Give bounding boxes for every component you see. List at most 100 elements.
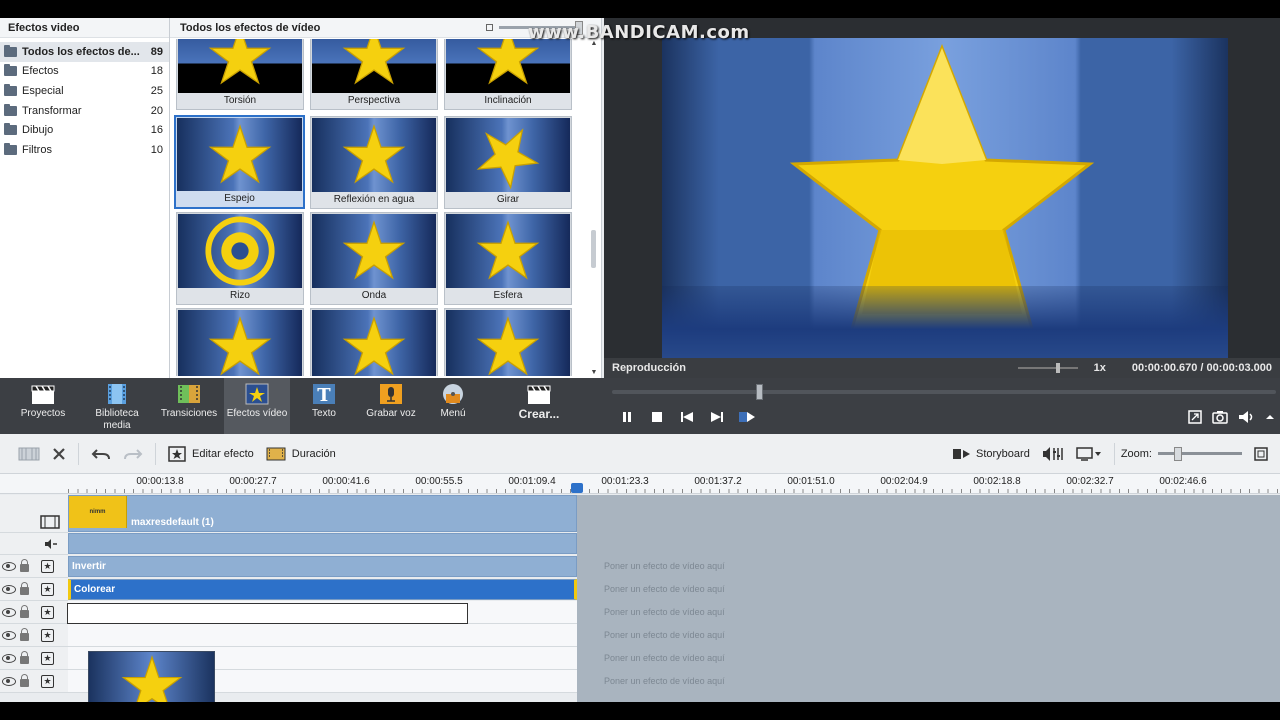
effect-tile[interactable]: [310, 308, 438, 376]
play-selection-button[interactable]: [732, 410, 762, 424]
effects-grid: Torsión Perspectiva Inclinación Espejo R…: [170, 39, 588, 376]
effect-tile-onda[interactable]: Onda: [310, 212, 438, 305]
display-options-button[interactable]: [1070, 442, 1108, 466]
star-icon: [121, 655, 183, 702]
playback-label: Reproducción: [612, 362, 686, 374]
category-count: 89: [150, 45, 163, 58]
effect-track-body[interactable]: [68, 624, 577, 647]
category-item-filtros[interactable]: Filtros 10: [0, 140, 169, 160]
stop-button[interactable]: [642, 410, 672, 424]
effect-tile-espejo[interactable]: Espejo: [174, 115, 305, 209]
toolbar-proyectos[interactable]: Proyectos: [10, 378, 76, 434]
category-item-efectos[interactable]: Efectos 18: [0, 62, 169, 82]
lock-icon[interactable]: [20, 559, 29, 572]
effect-clip-invertir[interactable]: Invertir: [68, 556, 577, 577]
lock-icon[interactable]: [20, 651, 29, 664]
volume-mini-slider[interactable]: [1017, 363, 1078, 373]
visibility-eye-icon[interactable]: [2, 585, 16, 594]
lock-icon[interactable]: [20, 605, 29, 618]
next-button[interactable]: [702, 410, 732, 424]
effect-thumbnail: [446, 310, 570, 376]
effect-tile-inclinacion[interactable]: Inclinación: [444, 39, 572, 110]
effect-tile-esfera[interactable]: Esfera: [444, 212, 572, 305]
toolbar-label: Grabar voz: [366, 408, 416, 419]
caret-up-icon[interactable]: [1266, 413, 1274, 421]
effect-thumbnail: [177, 118, 302, 192]
microphone-icon: [380, 384, 402, 404]
fit-zoom-button[interactable]: [1248, 442, 1274, 466]
toolbar-texto[interactable]: T Texto: [291, 378, 357, 434]
select-mode-button[interactable]: [12, 442, 46, 466]
effects-scrollbar[interactable]: ▲ ▼: [589, 40, 599, 376]
scroll-down-icon[interactable]: ▼: [589, 369, 599, 376]
visibility-eye-icon[interactable]: [2, 654, 16, 663]
edit-effect-button[interactable]: Editar efecto: [162, 442, 260, 466]
storyboard-button[interactable]: Storyboard: [946, 442, 1036, 466]
effect-tile[interactable]: [444, 308, 572, 376]
toolbar-transiciones[interactable]: Transiciones: [156, 378, 222, 434]
playhead-marker[interactable]: [571, 483, 583, 493]
fit-to-window-icon: [1254, 446, 1268, 461]
skip-forward-icon: [711, 412, 723, 422]
dragged-effect-thumbnail[interactable]: [88, 651, 215, 702]
star-icon: [342, 316, 406, 376]
toolbar-efectos-video[interactable]: Efectos vídeo: [224, 378, 290, 434]
zoom-slider[interactable]: [1158, 447, 1242, 461]
playback-progress-track[interactable]: [612, 384, 1276, 400]
category-item-transformar[interactable]: Transformar 20: [0, 101, 169, 121]
effect-tile-torsion[interactable]: Torsión: [176, 39, 304, 110]
undo-button[interactable]: [85, 442, 117, 466]
delete-button[interactable]: [46, 442, 72, 466]
lock-icon[interactable]: [20, 674, 29, 687]
category-item-all[interactable]: Todos los efectos de... 89: [0, 42, 169, 62]
effect-tile-rizo[interactable]: Rizo: [176, 212, 304, 305]
preview-video: [662, 38, 1228, 358]
redo-button[interactable]: [117, 442, 149, 466]
toolbar-grabar-voz[interactable]: Grabar voz: [358, 378, 424, 434]
effect-label: Inclinación: [445, 93, 571, 109]
timeline-ruler[interactable]: 00:00:13.8 00:00:27.7 00:00:41.6 00:00:5…: [0, 474, 1280, 494]
effect-star-icon: ★: [41, 629, 54, 642]
playback-progress-thumb[interactable]: [756, 384, 763, 400]
speed-readout[interactable]: 1x: [1094, 362, 1106, 374]
thumbnail-size-icon[interactable]: [486, 24, 493, 31]
svg-text:T: T: [317, 385, 331, 406]
effect-clip-label: Invertir: [72, 561, 106, 572]
category-count: 10: [150, 143, 163, 156]
audio-clip[interactable]: [68, 533, 577, 554]
effect-clip-colorear[interactable]: Colorear: [68, 579, 577, 600]
lock-icon[interactable]: [20, 582, 29, 595]
visibility-eye-icon[interactable]: [2, 631, 16, 640]
audio-mixer-button[interactable]: [1036, 442, 1070, 466]
effect-label: Torsión: [177, 93, 303, 109]
effect-star-icon: ★: [41, 675, 54, 688]
toolbar-menu[interactable]: Menú: [420, 378, 486, 434]
star-icon: [342, 124, 406, 184]
effect-label: Esfera: [445, 288, 571, 304]
effect-tile-girar[interactable]: Girar: [444, 116, 572, 209]
fullscreen-icon[interactable]: [1188, 410, 1202, 424]
pause-button[interactable]: [612, 410, 642, 424]
volume-icon[interactable]: [1238, 410, 1256, 424]
toolbar-crear[interactable]: Crear...: [506, 378, 572, 434]
category-item-especial[interactable]: Especial 25: [0, 81, 169, 101]
visibility-eye-icon[interactable]: [2, 677, 16, 686]
scrollbar-thumb[interactable]: [591, 230, 596, 268]
effect-tile-reflexion[interactable]: Reflexión en agua: [310, 116, 438, 209]
star-icon: [208, 316, 272, 376]
toolbar-biblioteca[interactable]: Biblioteca media: [84, 378, 150, 434]
visibility-eye-icon[interactable]: [2, 608, 16, 617]
effect-drop-outline[interactable]: [67, 603, 468, 624]
previous-button[interactable]: [672, 410, 702, 424]
effect-label: Reflexión en agua: [311, 192, 437, 208]
transitions-icon: [178, 385, 200, 403]
mixer-icon: [1042, 446, 1063, 461]
visibility-eye-icon[interactable]: [2, 562, 16, 571]
effect-tile[interactable]: [176, 308, 304, 376]
lock-icon[interactable]: [20, 628, 29, 641]
category-item-dibujo[interactable]: Dibujo 16: [0, 120, 169, 140]
effect-tile-perspectiva[interactable]: Perspectiva: [310, 39, 438, 110]
snapshot-icon[interactable]: [1212, 410, 1228, 424]
video-clip[interactable]: nimm maxresdefault (1): [68, 495, 577, 532]
duration-button[interactable]: Duración: [260, 442, 342, 466]
